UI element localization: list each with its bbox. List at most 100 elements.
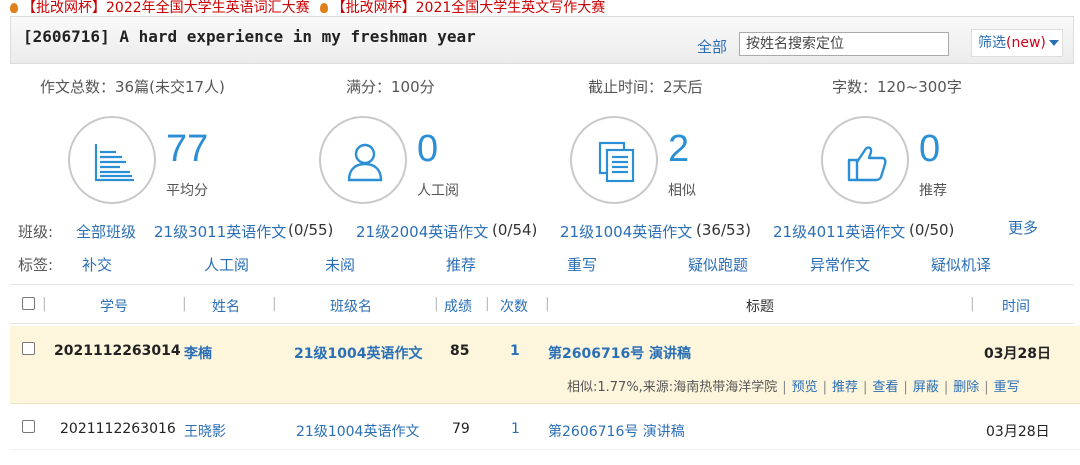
flame-icon — [10, 3, 18, 13]
delete-action[interactable]: 删除 — [953, 380, 979, 395]
column-divider: | — [272, 296, 277, 312]
similarity-detail: 相似:1.77%,来源:海南热带海洋学院 — [567, 380, 778, 395]
column-header-time[interactable]: 时间 — [1002, 296, 1030, 316]
row-checkbox[interactable] — [22, 342, 35, 355]
column-header-attempts[interactable]: 次数 — [500, 296, 528, 316]
flame-icon — [319, 3, 328, 13]
manual-review-value: 0 — [417, 128, 439, 170]
bar-chart-icon — [94, 144, 134, 182]
class-filter-row: 班级: 全部班级 21级3011英语作文 (0/55) 21级2004英语作文 … — [18, 219, 1068, 243]
class-4011[interactable]: 21级4011英语作文 — [773, 221, 905, 242]
action-divider: | — [782, 380, 787, 395]
essay-title-link[interactable]: 第2606716号 演讲稿 — [548, 421, 685, 441]
table-row[interactable]: 2021112263016 王晓影 21级1004英语作文 79 1 第2606… — [10, 410, 1080, 450]
tag-filter-label: 标签: — [18, 256, 54, 274]
attempt-count[interactable]: 1 — [510, 343, 520, 359]
class-2004-count: (0/54) — [492, 221, 538, 239]
column-divider: | — [545, 296, 550, 312]
assignment-title: [2606716] A hard experience in my freshm… — [23, 27, 476, 46]
stat-full-score: 满分：100分 — [346, 78, 435, 96]
submit-time: 03月28日 — [984, 346, 1051, 362]
class-3011[interactable]: 21级3011英语作文 — [154, 221, 286, 242]
banner-link-writing-contest[interactable]: 【批改网杯】2021全国大学生英文写作大赛 — [332, 0, 606, 16]
recommend-value: 0 — [919, 128, 941, 170]
action-divider: | — [863, 380, 868, 395]
essay-title-link[interactable]: 第2606716号 演讲稿 — [548, 343, 691, 363]
class-4011-count: (0/50) — [909, 221, 955, 239]
tag-machine-translation[interactable]: 疑似机译 — [931, 254, 991, 275]
name-search-input[interactable] — [739, 32, 949, 56]
similar-value: 2 — [668, 128, 690, 170]
action-divider: | — [903, 380, 908, 395]
assignment-header: [2606716] A hard experience in my freshm… — [10, 16, 1074, 64]
thumbs-up-icon — [847, 146, 887, 182]
manual-review-card-icon[interactable] — [319, 116, 407, 204]
stat-total-essays: 作文总数：36篇(未交17人) — [40, 78, 225, 96]
column-header-title: 标题 — [746, 299, 774, 315]
class-2004[interactable]: 21级2004英语作文 — [356, 221, 488, 242]
recommend-action[interactable]: 推荐 — [832, 380, 858, 395]
column-divider: | — [485, 296, 490, 312]
class-1004[interactable]: 21级1004英语作文 — [560, 221, 692, 242]
column-divider: | — [434, 296, 439, 312]
tag-off-topic[interactable]: 疑似跑题 — [688, 254, 748, 275]
block-action[interactable]: 屏蔽 — [913, 380, 939, 395]
column-divider: | — [42, 296, 47, 312]
filter-label: 筛选 — [978, 35, 1006, 51]
manual-review-label: 人工阅 — [417, 183, 459, 199]
tag-manual-review[interactable]: 人工阅 — [204, 254, 249, 275]
rewrite-action[interactable]: 重写 — [994, 380, 1020, 395]
table-row[interactable]: 2021112263014 李楠 21级1004英语作文 85 1 第26067… — [10, 326, 1080, 404]
column-divider: | — [182, 296, 187, 312]
view-action[interactable]: 查看 — [872, 380, 898, 395]
person-icon — [347, 143, 383, 182]
action-divider: | — [943, 380, 949, 395]
column-header-score[interactable]: 成绩 — [444, 296, 472, 316]
submit-time: 03月28日 — [986, 424, 1050, 440]
average-score-label: 平均分 — [166, 183, 208, 199]
tag-abnormal[interactable]: 异常作文 — [810, 254, 870, 275]
tag-recommended[interactable]: 推荐 — [446, 254, 476, 275]
row-checkbox[interactable] — [22, 420, 35, 433]
class-all[interactable]: 全部班级 — [76, 221, 136, 242]
score: 79 — [452, 421, 470, 437]
documents-icon — [598, 141, 635, 183]
show-all-link[interactable]: 全部 — [697, 36, 727, 57]
class-filter-label: 班级: — [18, 223, 54, 241]
row-actions: 相似:1.77%,来源:海南热带海洋学院 | 预览 | 推荐 | 查看 | 屏蔽 | 删除 | 重写 — [567, 376, 1020, 395]
tag-unread[interactable]: 未阅 — [325, 254, 355, 275]
tag-late-submission[interactable]: 补交 — [82, 254, 112, 275]
column-divider: | — [970, 296, 975, 312]
attempt-count[interactable]: 1 — [511, 421, 520, 437]
stat-word-count: 字数：120~300字 — [832, 78, 962, 96]
more-classes-link[interactable]: 更多 — [1008, 217, 1038, 238]
similar-card-icon[interactable] — [570, 116, 658, 204]
caret-down-icon — [1048, 40, 1059, 46]
filter-new-badge: (new) — [1006, 35, 1046, 51]
average-score-card-icon[interactable] — [68, 116, 156, 204]
action-divider: | — [822, 380, 827, 395]
student-name[interactable]: 李楠 — [184, 343, 212, 363]
student-id: 2021112263016 — [60, 421, 176, 437]
banner-link-vocab-contest[interactable]: 【批改网杯】2022年全国大学生英语词汇大赛 — [22, 0, 310, 16]
column-header-class[interactable]: 班级名 — [330, 296, 372, 316]
average-score-value: 77 — [166, 128, 209, 170]
tag-filter-row: 标签: 补交 人工阅 未阅 推荐 重写 疑似跑题 异常作文 疑似机译 — [18, 254, 1068, 276]
class-3011-count: (0/55) — [288, 221, 334, 239]
student-name[interactable]: 王晓影 — [184, 421, 226, 441]
table-header: | 学号 | 姓名 | 班级名 | 成绩 | 次数 | 标题 | 时间 — [10, 284, 1074, 324]
recommend-card-icon[interactable] — [821, 116, 909, 204]
column-header-name[interactable]: 姓名 — [212, 296, 240, 316]
column-header-student-id[interactable]: 学号 — [100, 296, 128, 316]
score: 85 — [450, 343, 470, 359]
class-name[interactable]: 21级1004英语作文 — [294, 343, 422, 363]
action-divider: | — [984, 380, 989, 395]
select-all-checkbox[interactable] — [22, 297, 35, 310]
class-1004-count: (36/53) — [696, 221, 751, 239]
class-name[interactable]: 21级1004英语作文 — [296, 421, 419, 441]
recommend-label: 推荐 — [919, 183, 947, 199]
tag-rewrite[interactable]: 重写 — [567, 254, 597, 275]
filter-dropdown[interactable]: 筛选(new) — [971, 29, 1063, 57]
similar-label: 相似 — [668, 183, 696, 199]
preview-action[interactable]: 预览 — [792, 380, 818, 395]
